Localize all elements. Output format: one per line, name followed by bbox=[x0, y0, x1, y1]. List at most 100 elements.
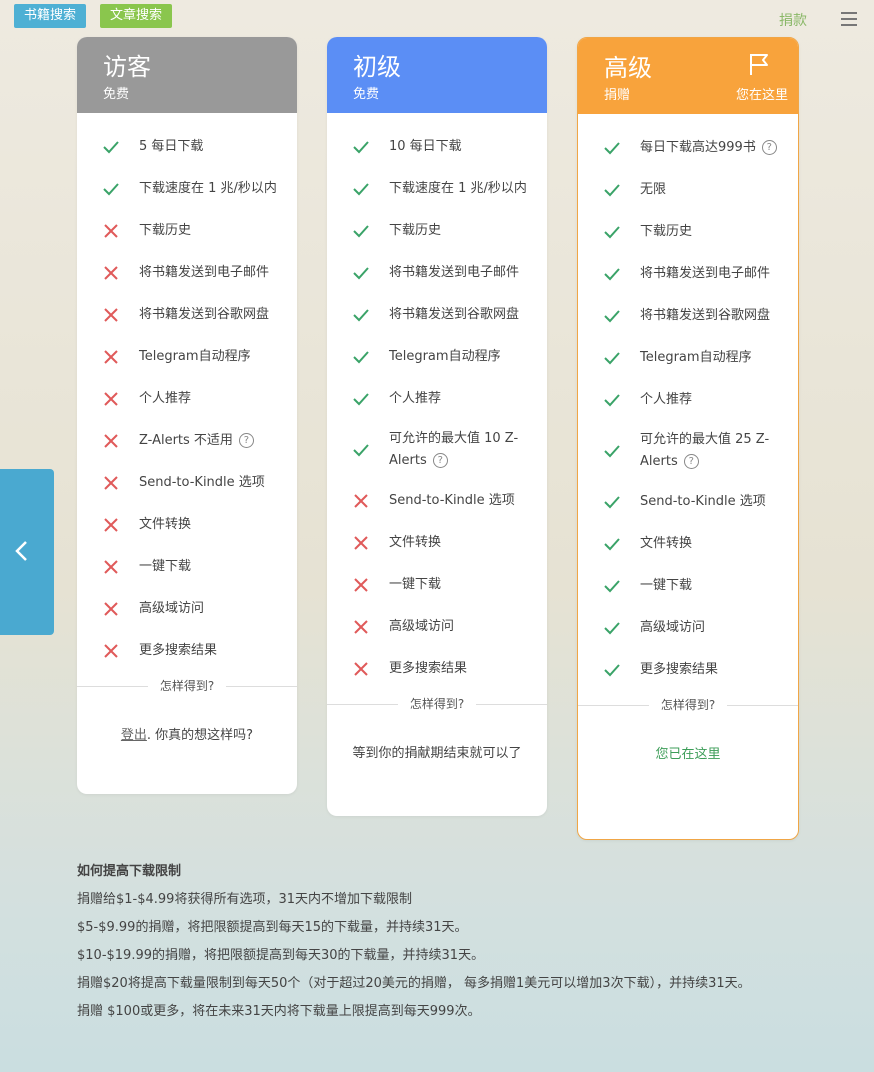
cross-icon bbox=[104, 224, 118, 238]
hamburger-menu-icon[interactable] bbox=[841, 12, 857, 26]
feature-item: 可允许的最大值 25 Z-Alerts? bbox=[578, 421, 798, 481]
feature-item: 高级域访问 bbox=[77, 588, 297, 630]
feature-text: 文件转换 bbox=[389, 535, 442, 550]
check-icon bbox=[353, 183, 369, 196]
cross-icon bbox=[354, 536, 368, 550]
book-search-button[interactable]: 书籍搜索 bbox=[14, 4, 87, 28]
check-icon bbox=[604, 268, 620, 281]
check-icon bbox=[353, 267, 369, 280]
check-icon bbox=[353, 351, 369, 364]
check-icon bbox=[103, 141, 119, 154]
feature-text: 更多搜索结果 bbox=[389, 661, 468, 676]
feature-item: 更多搜索结果 bbox=[327, 648, 547, 690]
plan-footer: 登出. 你真的想这样吗? bbox=[120, 728, 254, 743]
feature-text: Z-Alerts 不适用 bbox=[139, 433, 233, 448]
feature-text: 5 每日下载 bbox=[139, 139, 204, 154]
cross-icon bbox=[354, 494, 368, 508]
cross-icon bbox=[104, 560, 118, 574]
feature-item: Telegram自动程序 bbox=[77, 336, 297, 378]
question-circle-icon[interactable]: ? bbox=[432, 453, 448, 468]
article-search-button[interactable]: 文章搜索 bbox=[100, 4, 173, 28]
feature-text: Send-to-Kindle 选项 bbox=[139, 475, 265, 490]
feature-text: 下载速度在 1 兆/秒以内 bbox=[389, 181, 527, 196]
feature-text: 无限 bbox=[640, 182, 667, 197]
feature-text: 10 每日下载 bbox=[389, 139, 462, 154]
feature-item: 更多搜索结果 bbox=[578, 649, 798, 691]
previous-arrow-button[interactable] bbox=[0, 469, 54, 635]
feature-item: 个人推荐 bbox=[578, 379, 798, 421]
feature-item: 下载速度在 1 兆/秒以内 bbox=[327, 168, 547, 210]
feature-item: 每日下载高达999书? bbox=[578, 127, 798, 169]
donate-link[interactable]: 捐款 bbox=[779, 10, 807, 30]
feature-item: 一键下载 bbox=[327, 564, 547, 606]
feature-text: 高级域访问 bbox=[389, 619, 455, 634]
current-plan-label: 您在这里 bbox=[735, 88, 788, 103]
feature-text: 更多搜索结果 bbox=[139, 643, 218, 658]
plan-header: 初级 免费 bbox=[327, 37, 547, 113]
feature-item: 将书籍发送到电子邮件 bbox=[77, 252, 297, 294]
feature-item: 文件转换 bbox=[327, 522, 547, 564]
question-circle-icon[interactable]: ? bbox=[761, 140, 777, 155]
feature-item: 10 每日下载 bbox=[327, 126, 547, 168]
feature-text: 将书籍发送到谷歌网盘 bbox=[139, 307, 270, 322]
feature-item: Telegram自动程序 bbox=[327, 336, 547, 378]
feature-item: 个人推荐 bbox=[77, 378, 297, 420]
plan-title: 初级 bbox=[353, 53, 401, 81]
feature-list: 5 每日下载 下载速度在 1 兆/秒以内 下载历史 将书籍发送到电子邮件 将书籍发送到谷… bbox=[77, 113, 297, 672]
plan-card-basic: 初级 免费 10 每日下载 下载速度在 1 兆/秒以内 下载历史 将书籍发送到电子邮件… bbox=[327, 37, 547, 816]
feature-text: 个人推荐 bbox=[640, 392, 693, 407]
feature-item: 无限 bbox=[578, 169, 798, 211]
info-line: $10-$19.99的捐赠，将把限额提高到每天30的下载量，并持续31天。 bbox=[77, 948, 485, 963]
feature-item: 下载速度在 1 兆/秒以内 bbox=[77, 168, 297, 210]
question-circle-icon[interactable]: ? bbox=[238, 433, 254, 448]
check-icon bbox=[353, 141, 369, 154]
check-icon bbox=[604, 496, 620, 509]
plan-subtitle: 捐赠 bbox=[604, 88, 631, 103]
feature-text: 可允许的最大值 10 Z-Alerts bbox=[389, 431, 519, 468]
plan-header: 访客 免费 bbox=[77, 37, 297, 113]
how-to-get[interactable]: 怎样得到? bbox=[77, 676, 297, 696]
feature-text: 下载速度在 1 兆/秒以内 bbox=[139, 181, 277, 196]
feature-item: Send-to-Kindle 选项 bbox=[77, 462, 297, 504]
check-icon bbox=[353, 225, 369, 238]
feature-item: 将书籍发送到电子邮件 bbox=[327, 252, 547, 294]
plan-footer: 您已在这里 bbox=[655, 747, 721, 762]
check-icon bbox=[353, 393, 369, 406]
plan-card-premium: 高级 捐赠 您在这里 每日下载高达999书? 无限 下载历史 将书籍发送到电子邮件 将书… bbox=[577, 37, 799, 840]
plan-title: 访客 bbox=[103, 53, 151, 81]
feature-item: 下载历史 bbox=[578, 211, 798, 253]
feature-text: Send-to-Kindle 选项 bbox=[389, 493, 515, 508]
how-to-get[interactable]: 怎样得到? bbox=[578, 695, 798, 715]
check-icon bbox=[604, 394, 620, 407]
info-line: $5-$9.99的捐赠，将把限额提高到每天15的下载量，并持续31天。 bbox=[77, 920, 468, 935]
feature-text: 将书籍发送到谷歌网盘 bbox=[389, 307, 520, 322]
chevron-left-icon bbox=[15, 541, 27, 561]
info-line: 捐赠 $100或更多，将在未来31天内将下载量上限提高到每天999次。 bbox=[77, 1004, 481, 1019]
cross-icon bbox=[104, 602, 118, 616]
feature-text: 个人推荐 bbox=[389, 391, 442, 406]
check-icon bbox=[604, 226, 620, 239]
feature-text: 将书籍发送到电子邮件 bbox=[389, 265, 520, 280]
feature-item: 高级域访问 bbox=[327, 606, 547, 648]
check-icon bbox=[604, 538, 620, 551]
check-icon bbox=[604, 622, 620, 635]
feature-item: 5 每日下载 bbox=[77, 126, 297, 168]
feature-text: 个人推荐 bbox=[139, 391, 192, 406]
check-icon bbox=[604, 445, 620, 458]
check-icon bbox=[103, 183, 119, 196]
how-to-get[interactable]: 怎样得到? bbox=[327, 694, 547, 714]
feature-text: 可允许的最大值 25 Z-Alerts bbox=[640, 432, 770, 469]
feature-item: Send-to-Kindle 选项 bbox=[327, 480, 547, 522]
logout-link[interactable]: 登出 bbox=[121, 728, 147, 743]
feature-text: 更多搜索结果 bbox=[640, 662, 719, 677]
cross-icon bbox=[104, 350, 118, 364]
plan-subtitle: 免费 bbox=[353, 87, 380, 102]
feature-item: Send-to-Kindle 选项 bbox=[578, 481, 798, 523]
cross-icon bbox=[354, 578, 368, 592]
feature-item: 将书籍发送到谷歌网盘 bbox=[327, 294, 547, 336]
feature-text: Telegram自动程序 bbox=[640, 350, 752, 365]
feature-text: 将书籍发送到谷歌网盘 bbox=[640, 308, 771, 323]
feature-text: 文件转换 bbox=[640, 536, 693, 551]
question-circle-icon[interactable]: ? bbox=[683, 454, 699, 469]
feature-text: 一键下载 bbox=[640, 578, 693, 593]
